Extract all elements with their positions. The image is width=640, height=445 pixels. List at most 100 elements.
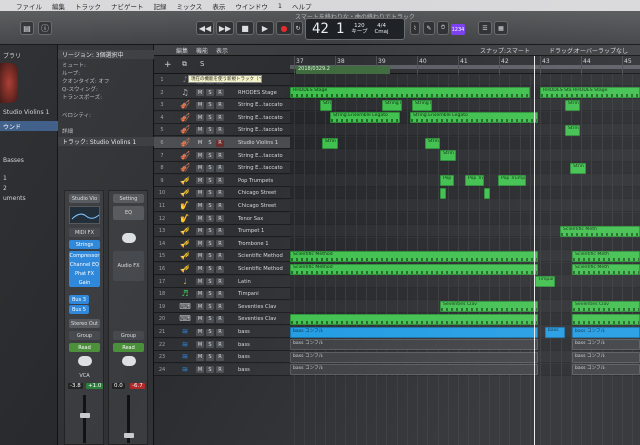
record-arm-button[interactable]: R: [216, 202, 224, 210]
track-name[interactable]: bass: [238, 354, 250, 360]
inspector-velocity[interactable]: ベロシティ:: [62, 111, 152, 119]
track-instrument-icon[interactable]: ♫: [178, 88, 192, 98]
track-lane[interactable]: [290, 74, 640, 86]
record-arm-button[interactable]: R: [216, 353, 224, 361]
track-instrument-icon[interactable]: ⌨: [178, 302, 192, 312]
fx-slot-3[interactable]: Phat FX: [69, 269, 100, 278]
solo-button[interactable]: S: [206, 189, 214, 197]
metronome-button[interactable]: ⏱: [437, 21, 449, 35]
track-header[interactable]: 24 ≋ M S Rbass: [154, 363, 290, 376]
add-track-icon[interactable]: +: [164, 60, 172, 70]
mute-button[interactable]: M: [196, 139, 204, 147]
solo-button[interactable]: S: [206, 164, 214, 172]
track-lane[interactable]: [290, 150, 640, 162]
track-header[interactable]: 11 🎷 M S R Chicago Street: [154, 200, 290, 212]
solo-button[interactable]: S: [206, 290, 214, 298]
solo-button[interactable]: S: [206, 353, 214, 361]
midi-region[interactable]: RHODES Stage: [290, 87, 530, 99]
track-name[interactable]: String E...taccato: [238, 153, 283, 159]
solo-button[interactable]: S: [206, 101, 214, 109]
record-arm-button[interactable]: R: [216, 240, 224, 248]
mute-button[interactable]: M: [196, 353, 204, 361]
menu-track[interactable]: トラック: [75, 1, 101, 11]
library-item-1[interactable]: 1: [0, 173, 58, 183]
mute-button[interactable]: M: [196, 278, 204, 286]
record-arm-button[interactable]: R: [216, 89, 224, 97]
functions-menu[interactable]: 機能: [196, 46, 208, 55]
midi-region[interactable]: [290, 313, 538, 325]
track-name[interactable]: Tenor Sax: [238, 216, 263, 222]
track-instrument-icon[interactable]: ⌨: [178, 315, 192, 324]
mute-button[interactable]: M: [196, 164, 204, 172]
inspector-button[interactable]: ⓘ: [38, 21, 52, 35]
track-instrument-icon[interactable]: ≋: [178, 328, 192, 337]
mute-button[interactable]: M: [196, 366, 204, 374]
send-bus-2[interactable]: Bus 5: [69, 305, 89, 314]
record-arm-button[interactable]: R: [216, 303, 224, 311]
menu-mix[interactable]: ミックス: [177, 1, 203, 11]
send-bus-1[interactable]: Bus 3: [69, 295, 89, 304]
track-instrument-icon[interactable]: 🎻: [178, 164, 192, 173]
track-header[interactable]: 15 🎺 M S R Scientific Method: [154, 250, 290, 263]
midi-region[interactable]: Strin: [440, 150, 456, 162]
audio-region[interactable]: bass コンフル: [290, 351, 538, 363]
track-lane[interactable]: [290, 212, 640, 225]
midi-region[interactable]: Timpani: [535, 276, 555, 288]
track-instrument-icon[interactable]: ≋: [178, 340, 192, 350]
mute-button[interactable]: M: [196, 265, 204, 273]
solo-button[interactable]: S: [206, 139, 214, 147]
volume-fader-right[interactable]: [124, 433, 134, 438]
midi-region[interactable]: [440, 187, 446, 199]
track-instrument-icon[interactable]: 🎷: [178, 214, 192, 224]
track-header[interactable]: 4 🎻 M S R String E...taccato: [154, 111, 290, 124]
track-name[interactable]: Seventies Clav: [238, 304, 276, 310]
group-slot[interactable]: Group: [69, 331, 100, 340]
mute-button[interactable]: M: [196, 202, 204, 210]
library-item-sound[interactable]: ウンド: [0, 121, 58, 131]
record-arm-button[interactable]: R: [216, 278, 224, 286]
midi-region[interactable]: Strin: [322, 137, 338, 149]
mute-button[interactable]: M: [196, 290, 204, 298]
track-header[interactable]: 8 🎻 M S R String E...taccato: [154, 162, 290, 175]
track-header[interactable]: 5 🎻 M S R String E...taccato: [154, 124, 290, 137]
count-in-badge[interactable]: 1234: [451, 24, 465, 35]
solo-button[interactable]: S: [206, 152, 214, 160]
midi-region[interactable]: Seventies Clav: [440, 301, 538, 313]
track-header[interactable]: 10 🎺 M S R Chicago Street: [154, 187, 290, 200]
midi-region[interactable]: Strin: [570, 162, 586, 174]
menu-window[interactable]: ウインドウ: [235, 1, 268, 11]
track-header[interactable]: 19 ⌨ M S R Seventies Clav: [154, 300, 290, 313]
library-item-patch[interactable]: Studio Violins 1: [0, 107, 58, 117]
audio-region[interactable]: bass コンフル: [572, 326, 640, 338]
track-name[interactable]: bass: [238, 342, 250, 348]
track-name[interactable]: Chicago Street: [238, 203, 276, 209]
menu-navigate[interactable]: ナビゲート: [111, 1, 144, 11]
solo-button[interactable]: S: [206, 240, 214, 248]
solo-button[interactable]: S: [206, 341, 214, 349]
midi-region[interactable]: String E: [382, 99, 402, 111]
mute-button[interactable]: M: [196, 126, 204, 134]
volume-fader[interactable]: [80, 413, 90, 418]
midi-region[interactable]: Scientific Meth: [572, 263, 640, 275]
lcd-signature[interactable]: 4/4 Cmaj: [374, 23, 388, 35]
midi-region[interactable]: Strin: [425, 137, 440, 149]
midi-region[interactable]: Scientific Meth: [572, 250, 640, 262]
cycle-button[interactable]: ↻: [293, 21, 303, 35]
midi-fx-slot[interactable]: MIDI FX: [69, 228, 100, 237]
automation-mode-right[interactable]: Read: [113, 343, 144, 352]
track-lane[interactable]: [290, 124, 640, 137]
track-name[interactable]: Studio Violins 1: [238, 140, 278, 146]
midi-region[interactable]: Pop Tru: [440, 175, 454, 187]
audio-region[interactable]: bass コンフル: [572, 351, 640, 363]
fx-slot-1[interactable]: Compressor: [69, 251, 100, 260]
solo-toggle-icon[interactable]: S: [200, 60, 204, 68]
track-instrument-icon[interactable]: 🎻: [178, 126, 192, 135]
track-lane[interactable]: [290, 276, 640, 288]
track-instrument-icon[interactable]: 🎻: [178, 113, 192, 123]
solo-button[interactable]: S: [206, 89, 214, 97]
midi-region[interactable]: String Ensemble Legato: [410, 112, 538, 124]
arrange-area[interactable]: RHODES Stage RHODES Sta RHODES Stage Strin…: [290, 74, 640, 445]
library-item-basses[interactable]: Basses: [0, 155, 58, 165]
solo-button[interactable]: S: [206, 252, 214, 260]
track-lane[interactable]: [290, 237, 640, 250]
